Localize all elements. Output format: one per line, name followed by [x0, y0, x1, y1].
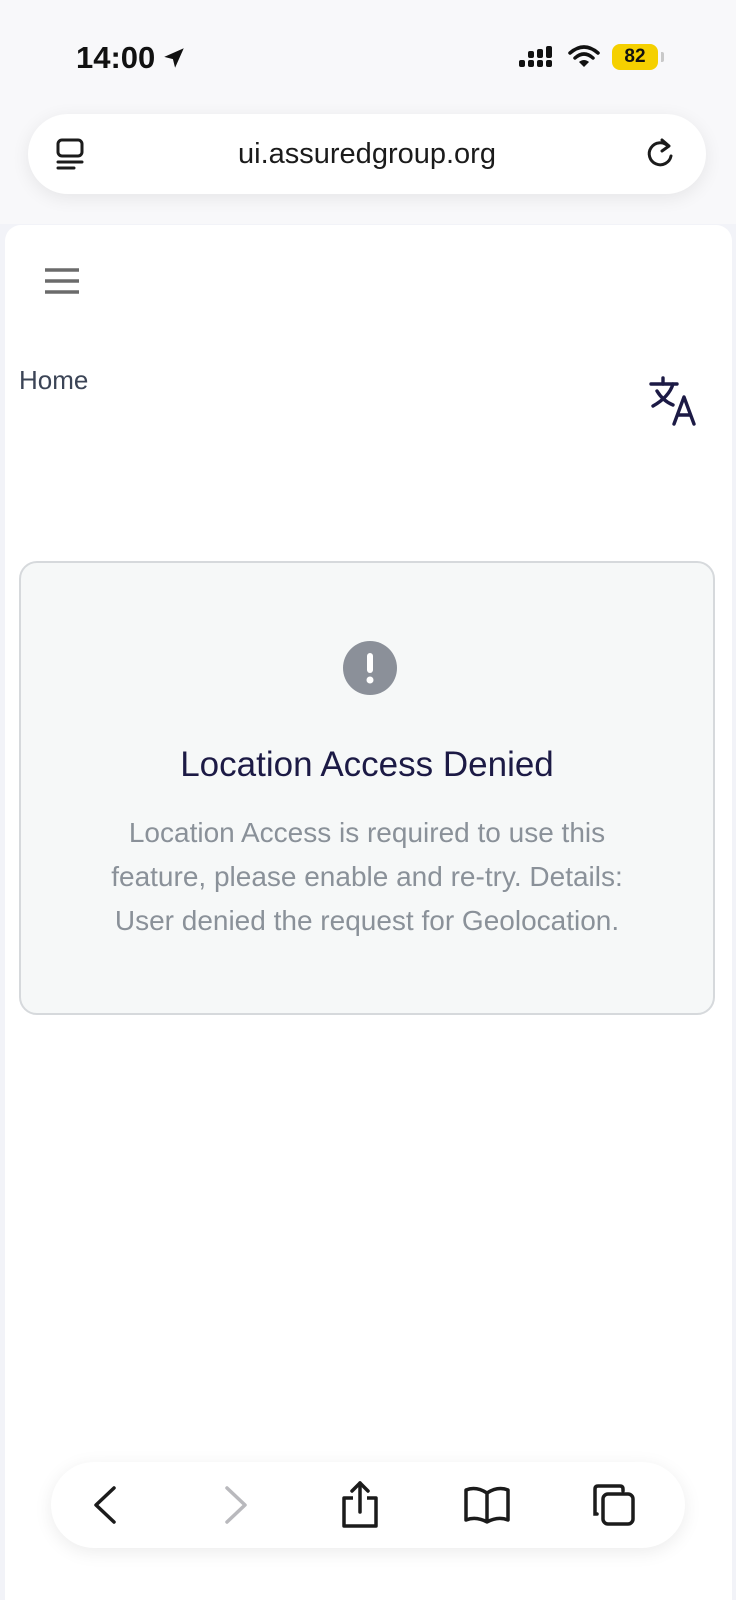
alert-title: Location Access Denied	[180, 745, 554, 784]
bookmarks-icon[interactable]	[462, 1480, 512, 1530]
tabs-icon[interactable]	[589, 1480, 639, 1530]
address-bar[interactable]: ui.assuredgroup.org	[28, 114, 706, 194]
web-page: Home Location Access Denied Location Acc…	[5, 225, 732, 1600]
location-arrow-icon	[164, 48, 185, 68]
status-indicators: 82	[518, 44, 664, 70]
cellular-signal-icon	[519, 46, 552, 67]
address-url[interactable]: ui.assuredgroup.org	[28, 138, 706, 171]
exclamation-circle-icon	[343, 641, 397, 695]
home-link[interactable]: Home	[19, 365, 88, 396]
wifi-icon	[568, 45, 600, 67]
battery-icon: 82	[612, 44, 664, 70]
forward-arrow-icon[interactable]	[209, 1480, 259, 1530]
browser-toolbar	[51, 1462, 685, 1548]
alert-message: Location Access is required to use this …	[111, 817, 623, 936]
browser-address-area: ui.assuredgroup.org	[0, 100, 736, 224]
battery-level: 82	[624, 46, 646, 67]
status-time-group: 14:00	[76, 40, 187, 76]
back-arrow-icon[interactable]	[82, 1480, 132, 1530]
reload-icon[interactable]	[642, 134, 678, 174]
translate-icon[interactable]	[649, 375, 701, 427]
status-time: 14:00	[76, 40, 156, 75]
status-bar: 14:00 82	[0, 0, 736, 100]
location-error-card: Location Access Denied Location Access i…	[19, 561, 715, 1015]
share-icon[interactable]	[336, 1480, 386, 1530]
hamburger-menu-icon[interactable]	[43, 265, 83, 297]
